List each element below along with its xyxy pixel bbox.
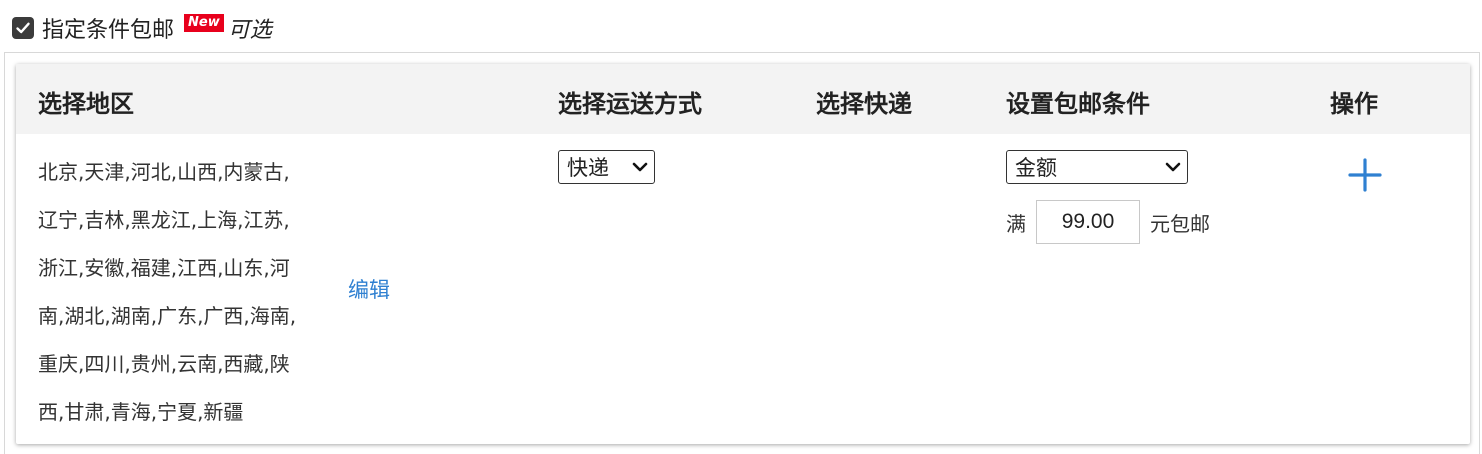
shipping-method-select[interactable]: 快递 [558, 150, 655, 184]
column-header-express: 选择快递 [816, 90, 912, 118]
condition-type-value: 金额 [1015, 156, 1057, 180]
table-header: 选择地区 选择运送方式 选择快递 设置包邮条件 操作 [16, 64, 1470, 134]
region-line: 重庆,四川,贵州,云南,西藏,陕 [38, 352, 290, 376]
region-line: 辽宁,吉林,黑龙江,上海,江苏, [38, 208, 290, 232]
column-header-shipping-method: 选择运送方式 [558, 90, 702, 118]
add-rule-button[interactable] [1348, 158, 1382, 192]
checkmark-icon [16, 22, 30, 34]
region-line: 北京,天津,河北,山西,内蒙古, [38, 160, 290, 184]
region-line: 西,甘肃,青海,宁夏,新疆 [38, 400, 244, 424]
new-badge: New [184, 14, 224, 32]
condition-amount-input[interactable] [1036, 200, 1140, 244]
condition-amount-row: 满 元包邮 [1006, 199, 1210, 245]
free-shipping-checkbox[interactable] [12, 17, 34, 39]
region-line: 南,湖北,湖南,广东,广西,海南, [38, 304, 297, 328]
shipping-method-value: 快递 [567, 156, 609, 180]
region-list: 北京,天津,河北,山西,内蒙古, 辽宁,吉林,黑龙江,上海,江苏, 浙江,安徽,… [38, 148, 348, 436]
chevron-down-icon [1165, 162, 1181, 172]
free-shipping-title: 指定条件包邮 [42, 18, 175, 43]
free-shipping-header: 指定条件包邮 New 可选 [12, 10, 272, 46]
edit-region-link[interactable]: 编辑 [348, 274, 390, 304]
plus-icon [1348, 158, 1382, 192]
optional-label: 可选 [227, 18, 272, 43]
chevron-down-icon [632, 162, 648, 172]
condition-type-select[interactable]: 金额 [1006, 150, 1188, 184]
column-header-region: 选择地区 [38, 90, 134, 118]
column-header-condition: 设置包邮条件 [1006, 90, 1150, 118]
region-line: 浙江,安徽,福建,江西,山东,河 [38, 256, 290, 280]
condition-suffix: 元包邮 [1150, 211, 1210, 236]
condition-prefix: 满 [1006, 211, 1026, 236]
shipping-rule-table: 选择地区 选择运送方式 选择快递 设置包邮条件 操作 北京,天津,河北,山西,内… [16, 64, 1470, 444]
column-header-operation: 操作 [1330, 90, 1378, 118]
